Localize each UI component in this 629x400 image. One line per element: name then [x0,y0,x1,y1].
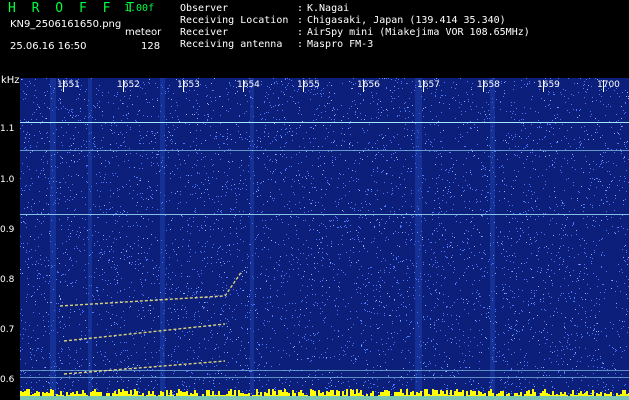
x-tick-1658: 1658 [477,80,500,90]
mode-label: meteor [125,27,162,38]
fft-size: 128 [141,41,161,52]
time-band [415,78,422,400]
info-label-location: Receiving Location [180,15,289,26]
info-separator: : [297,3,304,14]
time-band [50,78,56,400]
y-tick-1.0: 1.0 [0,175,15,185]
info-value-observer: K.Nagai [307,3,350,14]
info-value-location: Chigasaki, Japan (139.414 35.340) [307,15,506,26]
y-tick-0.9: 0.9 [0,225,15,235]
meteor-echo [224,270,243,297]
x-tick-1656: 1656 [357,80,380,90]
spectrogram-image [20,78,629,400]
x-tick-1654: 1654 [237,80,260,90]
date-time: 25.06.16 16:50 [10,41,87,52]
carrier-line [20,377,629,378]
carrier-line [20,214,629,215]
file-name: KN9_2506161650.png [10,19,122,30]
x-tick-1657: 1657 [417,80,440,90]
info-value-antenna: Maspro FM-3 [307,39,374,50]
info-value-receiver: AirSpy mini (Miakejima VOR 108.65MHz) [307,27,530,38]
info-separator: : [297,15,304,26]
y-tick-0.7: 0.7 [0,325,15,335]
meteor-echo [59,295,224,307]
time-band [250,78,254,400]
x-tick-1655: 1655 [297,80,320,90]
x-tick-1652: 1652 [117,80,140,90]
x-tick-1700: 1700 [597,80,620,90]
noise-speckle-bright [20,78,629,400]
info-label-receiver: Receiver [180,27,229,38]
x-tick-1651: 1651 [57,80,80,90]
time-band [490,78,495,400]
y-axis-unit: kHz [1,75,20,86]
info-separator: : [297,39,304,50]
app-title: H R O F F T [8,1,139,16]
y-tick-1.1: 1.1 [0,124,15,134]
info-separator: : [297,27,304,38]
y-tick-0.8: 0.8 [0,275,15,285]
header-panel: H R O F F T 1.00f KN9_2506161650.png met… [0,0,629,74]
x-tick-1659: 1659 [537,80,560,90]
app-version: 1.00f [124,3,155,14]
y-tick-0.6: 0.6 [0,375,15,385]
carrier-line [20,122,629,123]
time-band [160,78,165,400]
x-tick-1653: 1653 [177,80,200,90]
info-label-antenna: Receiving antenna [180,39,283,50]
noise-speckle [20,78,629,400]
info-label-observer: Observer [180,3,229,14]
carrier-line [20,150,629,151]
spectrogram-panel [20,78,629,400]
time-band [88,78,92,400]
bottom-baseline [20,396,629,400]
